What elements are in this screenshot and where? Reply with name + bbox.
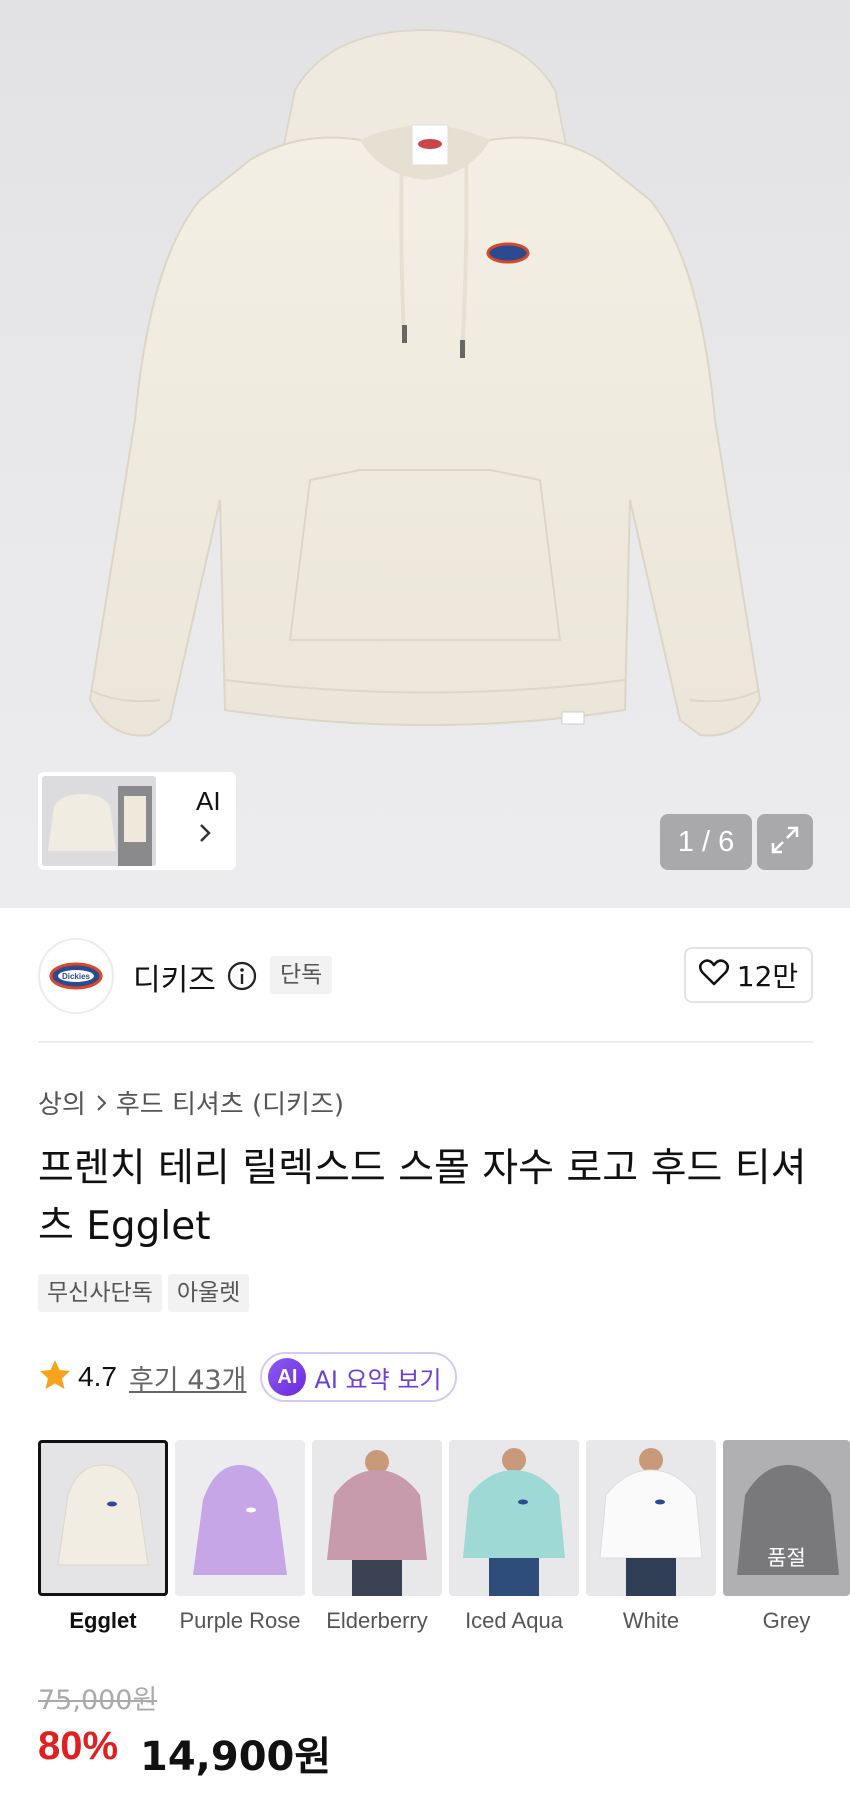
tag-musinsa-exclusive: 무신사단독 xyxy=(38,1274,162,1312)
soldout-label: 품절 xyxy=(767,1546,806,1570)
divider xyxy=(38,1041,813,1043)
image-counter: 1 / 6 xyxy=(660,814,752,870)
color-label-grey: Grey xyxy=(762,1608,811,1633)
thumbnail-image xyxy=(42,776,156,866)
chevron-right-icon xyxy=(96,1094,108,1112)
ai-summary-label: AI 요약 보기 xyxy=(314,1365,442,1394)
discount-rate: 80% xyxy=(38,1724,119,1768)
swatch-image xyxy=(586,1440,716,1596)
rating-row: 4.7 후기 43개 AI AI 요약 보기 xyxy=(38,1352,458,1402)
brand-logo[interactable]: Dickies xyxy=(38,938,114,1014)
color-swatch-grey[interactable]: 품절 xyxy=(723,1440,850,1596)
like-button[interactable]: 12만 xyxy=(684,947,813,1003)
product-tags: 무신사단독 아울렛 xyxy=(38,1274,250,1312)
color-swatch-iced-aqua[interactable] xyxy=(449,1440,579,1596)
color-label-purple-rose: Purple Rose xyxy=(179,1608,301,1633)
svg-text:Dickies: Dickies xyxy=(62,972,91,981)
ai-fitting-thumbnail[interactable]: AI xyxy=(38,772,236,870)
expand-button[interactable] xyxy=(757,814,813,870)
brand-name[interactable]: 디키즈 xyxy=(133,955,216,999)
color-label-egglet: Egglet xyxy=(69,1608,137,1633)
color-swatch-elderberry[interactable] xyxy=(312,1440,442,1596)
product-image-gallery[interactable]: AI 1 / 6 xyxy=(0,0,850,908)
swatch-image xyxy=(175,1440,305,1596)
chevron-right-icon xyxy=(198,822,212,848)
swatch-image xyxy=(312,1440,442,1596)
soldout-overlay xyxy=(723,1440,850,1596)
heart-icon xyxy=(698,958,729,993)
ai-summary-button[interactable]: AI AI 요약 보기 xyxy=(260,1352,458,1402)
ai-label: AI xyxy=(196,786,221,816)
breadcrumb-item-category[interactable]: 상의 xyxy=(38,1084,86,1121)
like-count: 12만 xyxy=(736,960,799,993)
color-label-elderberry: Elderberry xyxy=(326,1608,428,1633)
reviews-link[interactable]: 후기 43개 xyxy=(129,1358,246,1397)
color-swatch-purple-rose[interactable] xyxy=(175,1440,305,1596)
swatch-image xyxy=(449,1440,579,1596)
color-swatch-egglet[interactable] xyxy=(38,1440,168,1596)
exclusive-tag: 단독 xyxy=(270,956,333,994)
product-title: 프렌치 테리 릴렉스드 스몰 자수 로고 후드 티셔츠 Egglet xyxy=(38,1146,807,1249)
breadcrumb-item-subcategory[interactable]: 후드 티셔츠 (디키즈) xyxy=(116,1084,344,1121)
info-icon[interactable] xyxy=(227,961,257,995)
breadcrumb: 상의 후드 티셔츠 (디키즈) xyxy=(38,1084,344,1121)
star-icon xyxy=(38,1358,72,1396)
sale-price: 14,900원 xyxy=(140,1734,332,1780)
expand-icon xyxy=(769,824,801,860)
swatch-image xyxy=(38,1440,168,1596)
rating-score: 4.7 xyxy=(78,1361,117,1392)
original-price: 75,000원 xyxy=(38,1685,158,1716)
color-label-white: White xyxy=(622,1608,680,1633)
tag-outlet: 아울렛 xyxy=(167,1274,250,1312)
color-swatch-white[interactable] xyxy=(586,1440,716,1596)
ai-icon: AI xyxy=(268,1358,307,1396)
color-label-iced-aqua: Iced Aqua xyxy=(465,1608,563,1633)
